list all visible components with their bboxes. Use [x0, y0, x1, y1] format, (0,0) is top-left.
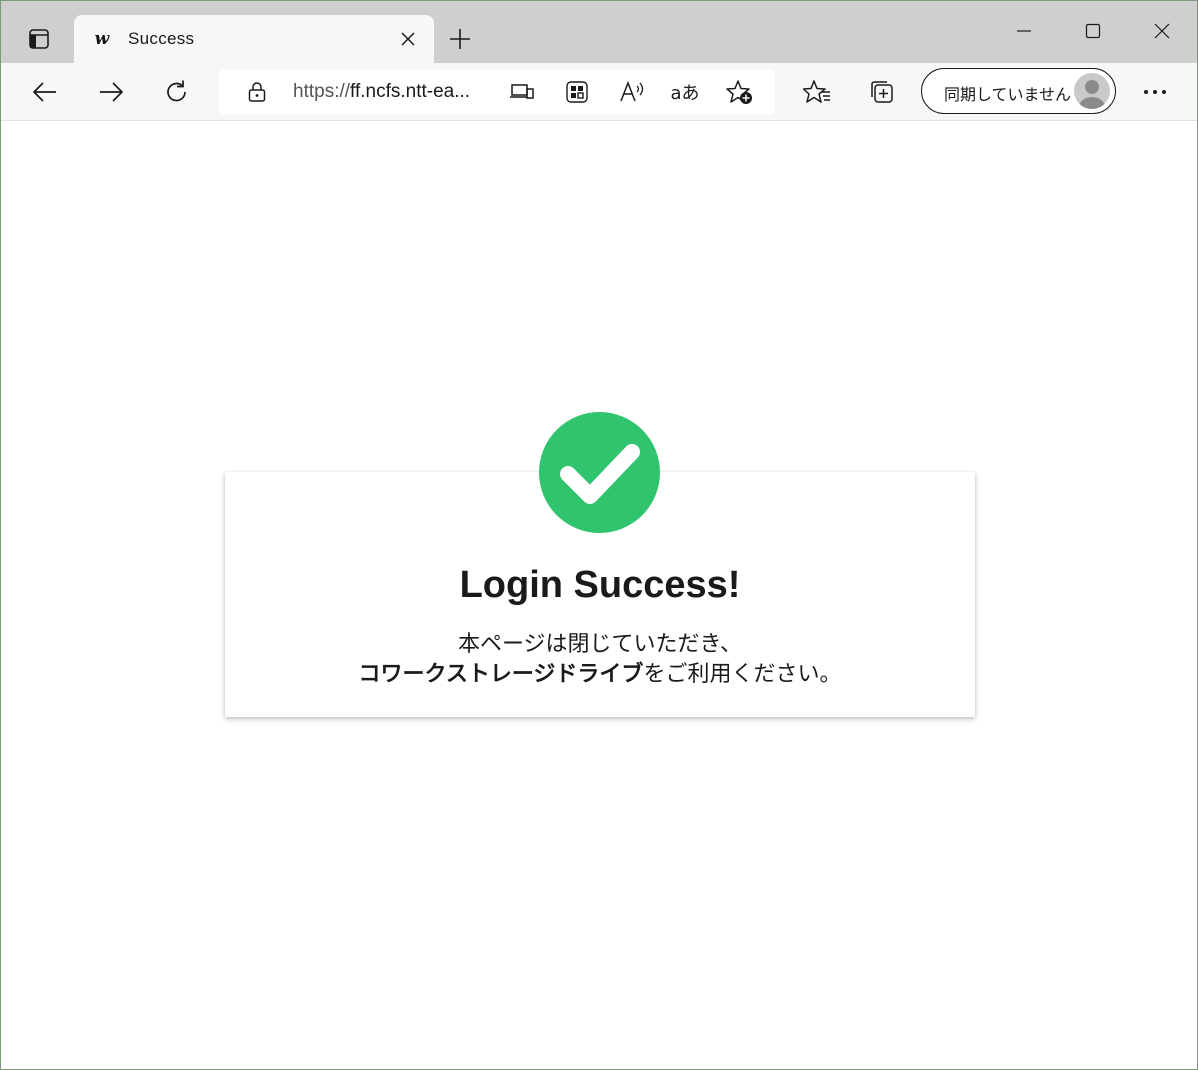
- tab-strip: w Success: [1, 1, 1197, 63]
- translate-button[interactable]: aあ: [669, 76, 701, 108]
- back-button[interactable]: [25, 72, 65, 112]
- new-tab-button[interactable]: [441, 21, 479, 57]
- app-available-button[interactable]: [506, 76, 538, 108]
- device-icon: [510, 82, 534, 102]
- app-name-text: コワークストレージドライブ: [358, 662, 644, 687]
- success-message-suffix: をご利用ください。: [643, 662, 842, 687]
- collections-button[interactable]: [862, 72, 902, 112]
- success-message-line1: 本ページは閉じていただき、: [457, 632, 743, 657]
- window-close-icon: [1154, 23, 1170, 39]
- window-close-button[interactable]: [1139, 11, 1185, 51]
- minimize-icon: [1016, 23, 1032, 39]
- browser-window: w Success https://ff.ncfs.ntt-ea... aあ 同…: [0, 0, 1198, 1070]
- qr-apps-button[interactable]: [561, 76, 593, 108]
- maximize-button[interactable]: [1070, 11, 1116, 51]
- favorites-button[interactable]: [797, 72, 837, 112]
- translate-icon: aあ: [670, 83, 700, 104]
- read-aloud-button[interactable]: [616, 76, 648, 108]
- back-arrow-icon: [32, 79, 58, 105]
- url-host: ff.ncfs.ntt-ea...: [350, 81, 471, 102]
- plus-icon: [449, 28, 471, 50]
- refresh-icon: [164, 79, 190, 105]
- site-info-button[interactable]: [241, 76, 273, 108]
- success-title: Login Success!: [459, 564, 741, 606]
- success-message-line2: コワークストレージドライブをご利用ください。: [225, 656, 975, 688]
- favorites-icon: [803, 79, 831, 105]
- settings-more-button[interactable]: [1135, 72, 1175, 112]
- checkmark-icon: [558, 440, 642, 506]
- more-icon: [1143, 89, 1167, 95]
- add-favorite-icon: [726, 79, 754, 105]
- success-check-badge: [539, 412, 660, 533]
- forward-arrow-icon: [98, 79, 124, 105]
- read-aloud-icon: [619, 81, 645, 103]
- tab-title: Success: [128, 29, 195, 48]
- site-favicon: w: [94, 29, 110, 49]
- forward-button[interactable]: [91, 72, 131, 112]
- tab-active[interactable]: w Success: [74, 15, 434, 63]
- minimize-button[interactable]: [1001, 11, 1047, 51]
- navigation-toolbar: https://ff.ncfs.ntt-ea... aあ 同期していません: [1, 63, 1197, 121]
- address-bar[interactable]: https://ff.ncfs.ntt-ea... aあ: [219, 69, 775, 115]
- sync-status-label: 同期していません: [944, 87, 1072, 104]
- tab-actions-icon: [28, 28, 50, 50]
- lock-icon: [247, 81, 267, 103]
- url-text[interactable]: https://ff.ncfs.ntt-ea...: [293, 81, 493, 103]
- maximize-icon: [1085, 23, 1101, 39]
- close-icon: [400, 31, 416, 47]
- add-favorite-button[interactable]: [724, 76, 756, 108]
- collections-icon: [869, 79, 895, 105]
- refresh-button[interactable]: [157, 72, 197, 112]
- tab-close-button[interactable]: [396, 27, 420, 51]
- avatar-icon: [1074, 73, 1110, 109]
- url-scheme: https://: [293, 81, 351, 102]
- tab-actions-button[interactable]: [15, 21, 63, 57]
- qr-apps-icon: [566, 81, 588, 103]
- profile-button[interactable]: 同期していません: [921, 68, 1116, 114]
- page-content: Login Success! 本ページは閉じていただき、 コワークストレージドラ…: [1, 122, 1197, 1069]
